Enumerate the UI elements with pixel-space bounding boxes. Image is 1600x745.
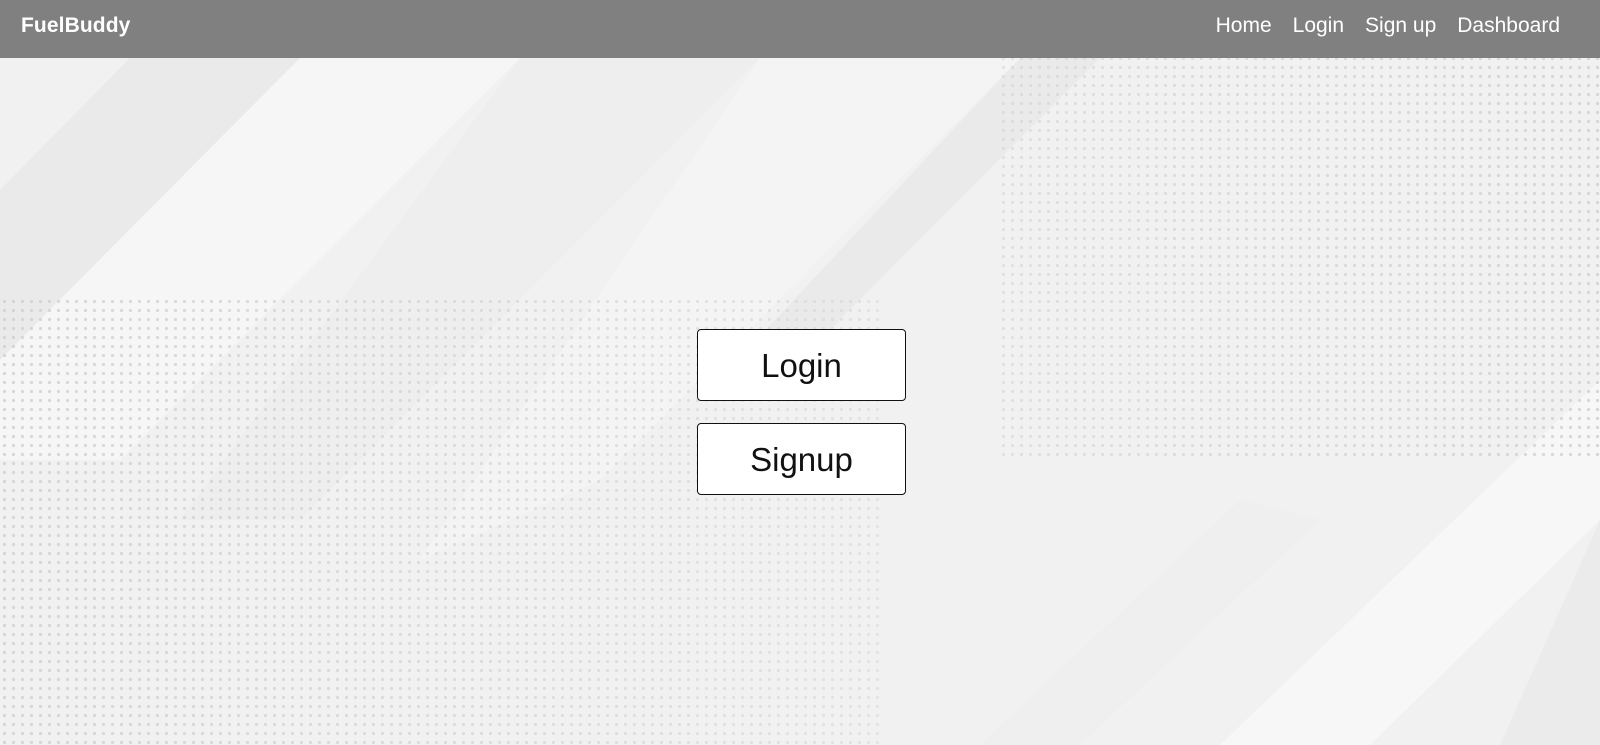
top-navbar: FuelBuddy Home Login Sign up Dashboard <box>0 0 1600 58</box>
brand-logo[interactable]: FuelBuddy <box>21 14 130 38</box>
nav-login-link[interactable]: Login <box>1293 14 1344 38</box>
nav-home-link[interactable]: Home <box>1216 14 1272 38</box>
signup-button[interactable]: Signup <box>697 423 906 495</box>
auth-actions: Login Signup <box>697 329 906 495</box>
nav-dashboard-link[interactable]: Dashboard <box>1457 14 1560 38</box>
login-button[interactable]: Login <box>697 329 906 401</box>
nav-signup-link[interactable]: Sign up <box>1365 14 1436 38</box>
nav-links: Home Login Sign up Dashboard <box>1216 14 1560 38</box>
